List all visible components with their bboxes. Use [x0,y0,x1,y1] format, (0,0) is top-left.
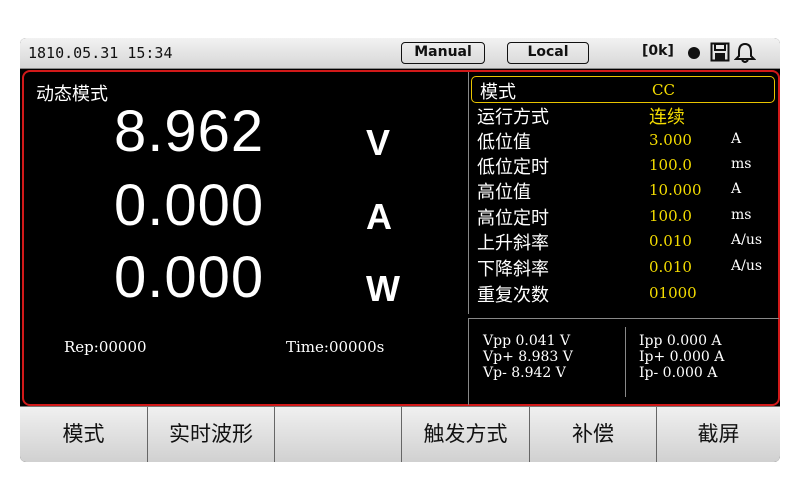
param-value: 100.0 [649,207,692,225]
param-row-run-mode[interactable]: 运行方式 连续 [469,102,777,128]
vp-plus-reading: Vp+ 8.983 V [483,349,573,365]
save-icon[interactable] [710,42,730,66]
param-label: 重复次数 [477,285,549,306]
repeat-counter: Rep:00000 [64,338,147,356]
fkey-realtime-waveform[interactable]: 实时波形 [148,407,275,462]
param-unit: ms [731,156,752,172]
parameter-list: 模式 CC 运行方式 连续 低位值 3.000 A 低位定时 100.0 ms … [468,72,779,314]
current-value: 0.000 [114,173,265,238]
readout-panel: 动态模式 8.962 V 0.000 A 0.000 W Rep:00000 T… [24,72,464,404]
param-row-low-time[interactable]: 低位定时 100.0 ms [469,152,777,178]
param-value: CC [652,81,675,99]
local-button[interactable]: Local [507,42,589,64]
param-value: 0.010 [649,232,692,250]
param-label: 模式 [480,82,516,103]
param-value: 10.000 [649,181,702,199]
instrument-screen: 1810.05.31 15:34 Manual Local [0k] 动态模式 … [20,38,780,462]
vpp-reading: Vpp 0.041 V [483,333,571,349]
bell-icon[interactable] [733,42,757,68]
mode-title: 动态模式 [36,84,108,105]
ipp-reading: Ipp 0.000 A [639,333,722,349]
param-unit: A [731,181,742,197]
param-label: 上升斜率 [477,233,549,254]
main-panel: 动态模式 8.962 V 0.000 A 0.000 W Rep:00000 T… [22,70,780,406]
power-value: 0.000 [114,245,265,310]
param-value: 100.0 [649,156,692,174]
param-value: 01000 [649,284,697,302]
datetime: 1810.05.31 15:34 [28,44,173,62]
param-value: 0.010 [649,258,692,276]
fkey-trigger-mode[interactable]: 触发方式 [402,407,530,462]
param-row-fall-slope[interactable]: 下降斜率 0.010 A/us [469,254,777,280]
param-row-high-level[interactable]: 高位值 10.000 A [469,177,777,203]
param-unit: A/us [731,232,763,248]
param-label: 运行方式 [477,107,549,128]
param-row-high-time[interactable]: 高位定时 100.0 ms [469,203,777,229]
param-label: 高位值 [477,182,531,203]
ok-indicator: [0k] [642,43,674,59]
param-row-rise-slope[interactable]: 上升斜率 0.010 A/us [469,228,777,254]
function-key-bar: 模式 实时波形 触发方式 补偿 截屏 [20,406,780,462]
fkey-mode[interactable]: 模式 [20,407,148,462]
param-unit: ms [731,207,752,223]
param-value: 连续 [649,107,685,128]
param-label: 高位定时 [477,208,549,229]
param-label: 低位值 [477,132,531,153]
param-unit: A/us [731,258,763,274]
time-counter: Time:00000s [286,338,385,356]
fkey-compensation[interactable]: 补偿 [530,407,657,462]
param-value: 3.000 [649,131,692,149]
param-unit: A [731,131,742,147]
manual-button[interactable]: Manual [401,42,485,64]
param-row-low-level[interactable]: 低位值 3.000 A [469,127,777,153]
measurement-panel: Vpp 0.041 V Vp+ 8.983 V Vp- 8.942 V Ipp … [468,318,779,405]
voltage-unit: V [366,122,391,163]
fkey-screenshot[interactable]: 截屏 [657,407,780,462]
voltage-value: 8.962 [114,99,265,164]
record-dot-icon [688,47,700,59]
ip-plus-reading: Ip+ 0.000 A [639,349,725,365]
power-unit: W [366,268,400,309]
param-row-repeat-count[interactable]: 重复次数 01000 [469,280,777,306]
ip-minus-reading: Ip- 0.000 A [639,365,718,381]
current-unit: A [366,196,392,237]
measurement-divider [625,327,626,397]
param-label: 低位定时 [477,157,549,178]
status-bar: 1810.05.31 15:34 Manual Local [0k] [20,38,780,69]
fkey-empty[interactable] [275,407,402,462]
param-label: 下降斜率 [477,259,549,280]
vp-minus-reading: Vp- 8.942 V [483,365,566,381]
param-row-mode[interactable]: 模式 CC [471,76,775,103]
